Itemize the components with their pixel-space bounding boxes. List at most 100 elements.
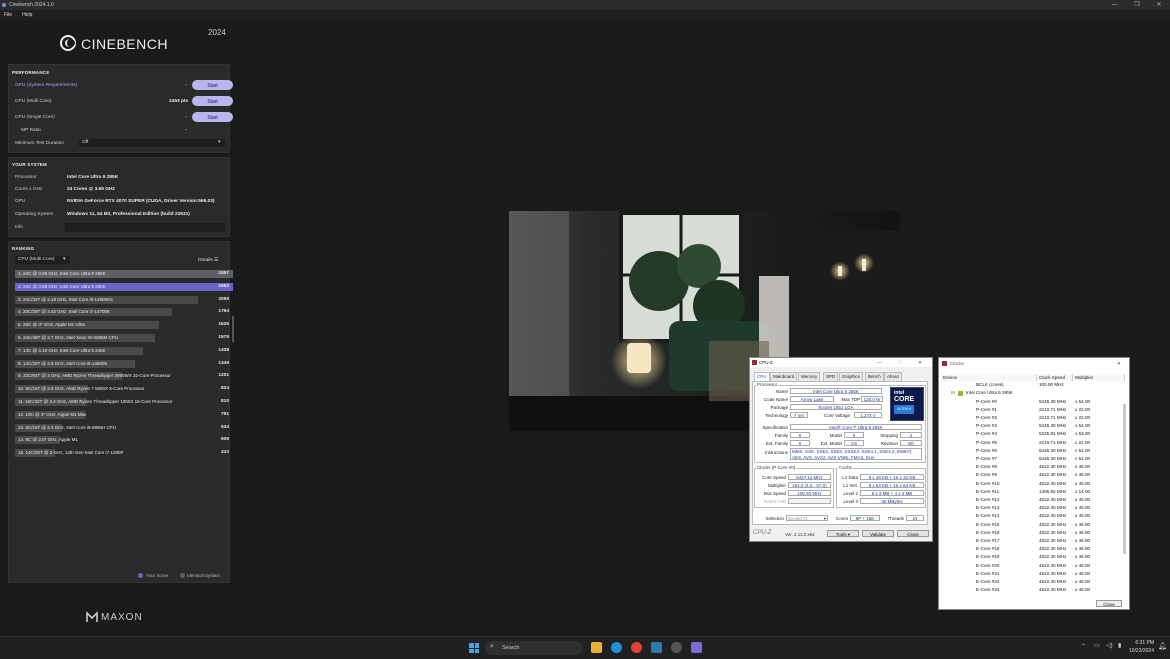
list-item[interactable]: P-Core #3 5426.30 MHz x 54.00 — [939, 422, 1125, 430]
list-item[interactable]: BCLK (cores) 100.50 MHz — [939, 381, 1125, 389]
ranking-row[interactable]: 12. 10C @ 3* GHz, Apple M1 Max — [15, 410, 86, 419]
list-item[interactable]: E-Core #13 4622.40 MHz x 46.00 — [939, 504, 1125, 512]
edge-icon[interactable] — [611, 642, 622, 653]
column-header-clock[interactable]: Clock Speed — [1037, 374, 1073, 381]
tab-memory[interactable]: Memory — [798, 372, 821, 381]
cpu-single-start-button[interactable]: Start — [192, 112, 233, 122]
menu-help[interactable]: Help — [22, 12, 32, 18]
ranking-row[interactable]: 15. 14C/20T @ 2 GHz, 12th Gen Intel Core… — [15, 449, 124, 458]
chrome-icon[interactable] — [631, 642, 642, 653]
package-label: Package — [770, 405, 788, 410]
list-item[interactable]: P-Core #6 5426.30 MHz x 54.00 — [939, 447, 1125, 455]
list-item[interactable]: E-Core #16 4622.40 MHz x 46.00 — [939, 529, 1125, 537]
chevron-down-icon: ▾ — [823, 516, 826, 521]
list-item[interactable]: ⊟ Intel Core Ultra 9 285K — [939, 389, 1125, 397]
list-item[interactable]: E-Core #8 4622.40 MHz x 46.00 — [939, 463, 1125, 471]
ranking-row[interactable]: 3. 24C/32T @ 3.19 GHz, Intel Core i9-149… — [15, 295, 198, 304]
ranking-row[interactable]: 7. 14C @ 4.19 GHz, Intel Core Ultra 5 24… — [15, 346, 143, 355]
tools-button[interactable]: Tools ▾ — [827, 530, 859, 537]
taskbar-search[interactable]: ⌕ Search — [485, 641, 583, 655]
clocks-scrollbar[interactable] — [1123, 404, 1126, 554]
tab-cpu[interactable]: CPU — [754, 372, 770, 381]
validate-button[interactable]: Validate — [862, 530, 894, 537]
ranking-dropdown[interactable]: CPU (Multi Core) ▾ — [15, 256, 70, 264]
list-item[interactable]: E-Core #12 4622.40 MHz x 46.00 — [939, 496, 1125, 504]
ranking-row[interactable]: 11. 16C/32T @ 3.4 GHz, AMD Ryzen Threadr… — [15, 398, 172, 406]
close-icon[interactable]: ✕ — [1117, 358, 1121, 370]
file-explorer-icon[interactable] — [591, 642, 602, 653]
list-item[interactable]: E-Core #11 1406.82 MHz x 14.00 — [939, 488, 1125, 496]
ranking-row-score: 2059 — [218, 296, 229, 302]
list-item[interactable]: P-Core #2 2210.71 MHz x 22.00 — [939, 414, 1125, 422]
list-item[interactable]: P-Core #1 2210.71 MHz x 22.00 — [939, 406, 1125, 414]
info-field[interactable] — [65, 223, 225, 232]
ranking-row[interactable]: 13. 8C/16T @ 2.3 GHz, Intel Core i9-9880… — [15, 423, 116, 432]
core-speed: 4622.40 MHz — [1039, 537, 1067, 543]
list-item[interactable]: E-Core #10 4622.40 MHz x 46.00 — [939, 480, 1125, 488]
volume-icon[interactable]: ◁) — [1106, 642, 1113, 649]
windows-start-icon[interactable] — [469, 643, 479, 653]
ranking-row[interactable]: 2. 24C @ 3.69 GHz, Intel Core Ultra 9 28… — [15, 282, 233, 291]
notification-icon[interactable]: 🔔︎ — [1158, 642, 1167, 650]
gpu-start-button[interactable]: Start — [192, 80, 233, 90]
maximize-icon[interactable]: ☐ — [898, 358, 902, 367]
store-icon[interactable] — [651, 642, 662, 653]
ranking-row[interactable]: 8. 14C/20T @ 3.5 GHz, Intel Core i5-1460… — [15, 359, 135, 368]
cinebench-taskbar-icon[interactable] — [671, 642, 682, 653]
ranking-row[interactable]: 9. 32C/64T @ 3 GHz, AMD Ryzen Threadripp… — [15, 372, 171, 381]
ranking-row-label: 1. 24C @ 3.69 GHz, Intel Core Ultra 9 28… — [18, 271, 106, 276]
cpuz-taskbar-icon[interactable] — [691, 642, 702, 653]
ranking-row[interactable]: 4. 20C/28T @ 3.42 GHz, Intel Core i7-147… — [15, 308, 172, 317]
min-test-dropdown[interactable]: Off ▾ — [79, 139, 225, 147]
list-item[interactable]: E-Core #23 4622.40 MHz x 46.00 — [939, 586, 1125, 594]
processor-value: Intel Core Ultra 9 285K — [67, 175, 119, 180]
tab-mainboard[interactable]: Mainboard — [770, 372, 798, 381]
list-item[interactable]: E-Core #22 4622.40 MHz x 46.00 — [939, 578, 1125, 586]
menu-file[interactable]: File — [4, 12, 12, 18]
codename-value: Arrow Lake — [790, 396, 834, 402]
cores-label: Cores x GHz — [15, 187, 43, 192]
column-header-multiplier[interactable]: Multiplier — [1073, 374, 1125, 381]
cpu-multi-start-button[interactable]: Start — [192, 96, 233, 106]
list-item[interactable]: P-Core #5 2210.71 MHz x 22.00 — [939, 439, 1125, 447]
clocks-close-button[interactable]: Close — [1096, 600, 1122, 607]
tab-spd[interactable]: SPD — [823, 372, 839, 381]
clock-date[interactable]: 10/23/2024 — [1118, 648, 1154, 654]
list-item[interactable]: E-Core #14 4622.40 MHz x 46.00 — [939, 512, 1125, 520]
network-icon[interactable]: ▭ — [1094, 642, 1100, 649]
list-item[interactable]: E-Core #20 4622.40 MHz x 46.00 — [939, 562, 1125, 570]
ranking-row[interactable]: 6. 24C/48T @ 2.7 GHz, Intel Xeon W-3265M… — [15, 334, 156, 342]
minimize-icon[interactable]: — — [1104, 0, 1126, 10]
list-item[interactable]: E-Core #18 4622.40 MHz x 46.00 — [939, 545, 1125, 553]
chevron-up-icon[interactable]: ⌃ — [1081, 643, 1086, 650]
list-item[interactable]: E-Core #17 4622.40 MHz x 46.00 — [939, 537, 1125, 545]
list-item[interactable]: P-Core #4 5325.81 MHz x 53.00 — [939, 430, 1125, 438]
ranking-row[interactable]: 5. 20C @ 3* GHz, Apple M1 Ultra — [15, 321, 160, 330]
close-icon[interactable]: ✕ — [918, 358, 922, 367]
details-button[interactable]: Details ☰ — [198, 258, 218, 263]
minimize-icon[interactable]: — — [877, 358, 882, 367]
clock-time[interactable]: 6:31 PM — [1124, 640, 1154, 646]
selection-dropdown[interactable]: Socket #1 ▾ — [786, 515, 828, 521]
list-item[interactable]: E-Core #19 4622.40 MHz x 46.00 — [939, 553, 1125, 561]
list-item[interactable]: P-Core #7 5426.30 MHz x 54.00 — [939, 455, 1125, 463]
ranking-row[interactable]: 1. 24C @ 3.69 GHz, Intel Core Ultra 9 28… — [15, 270, 233, 278]
ranking-row[interactable]: 14. 8C @ 2.5* GHz, Apple M1 — [15, 436, 78, 445]
tab-about[interactable]: About — [884, 372, 902, 381]
list-item[interactable]: E-Core #9 4622.40 MHz x 46.00 — [939, 471, 1125, 479]
ranking-row-score: 824 — [220, 386, 229, 392]
ranking-row[interactable]: 10. 8C/16T @ 3.8 GHz, AMD Ryzen 7 5800X … — [15, 385, 145, 394]
close-icon[interactable]: ✕ — [1148, 0, 1170, 10]
collapse-icon[interactable]: ⊟ — [951, 389, 955, 397]
column-header-device[interactable]: Device — [941, 374, 1037, 381]
tab-bench[interactable]: Bench — [865, 372, 884, 381]
list-item[interactable]: P-Core #0 5426.30 MHz x 54.00 — [939, 398, 1125, 406]
maximize-icon[interactable]: ❐ — [1126, 0, 1148, 10]
list-item[interactable]: E-Core #15 4622.40 MHz x 46.00 — [939, 521, 1125, 529]
list-item[interactable]: E-Core #21 4622.40 MHz x 46.00 — [939, 570, 1125, 578]
tab-graphics[interactable]: Graphics — [839, 372, 864, 381]
cpuz-close-button[interactable]: Close — [897, 530, 929, 537]
selection-label: Selection — [765, 516, 784, 521]
window-title: Cinebench 2024.1.0 — [9, 2, 54, 8]
panel-scrollbar[interactable] — [232, 316, 234, 342]
